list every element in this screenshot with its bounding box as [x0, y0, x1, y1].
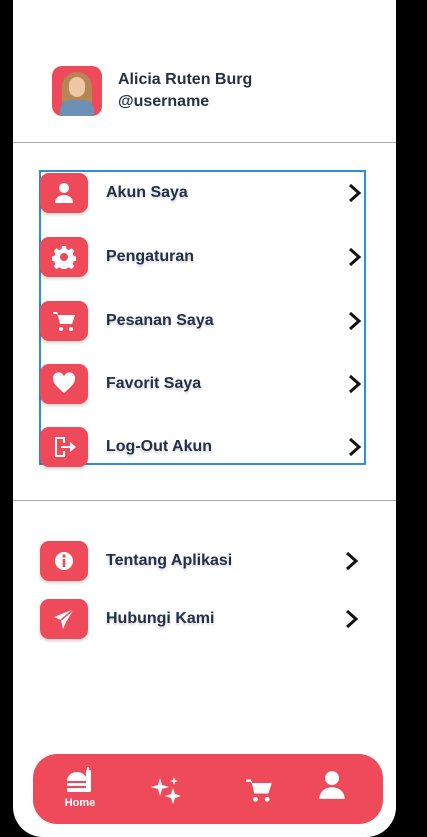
nav-profile[interactable]: [318, 770, 346, 800]
menu-item-label: Akun Saya: [106, 184, 188, 201]
bottom-nav: Home: [33, 754, 383, 824]
home-icon: [67, 767, 91, 792]
chevron-right-icon: [347, 246, 363, 268]
menu-item-pesanan-saya[interactable]: Pesanan Saya: [40, 299, 370, 343]
send-icon: [40, 599, 88, 639]
chevron-right-icon: [344, 608, 360, 630]
menu-item-akun-saya[interactable]: Akun Saya: [40, 171, 370, 215]
info-icon: [40, 541, 88, 581]
chevron-right-icon: [344, 550, 360, 572]
chevron-right-icon: [347, 182, 363, 204]
sparkle-icon: [151, 777, 181, 804]
menu-item-label: Pesanan Saya: [106, 312, 214, 329]
logout-icon: [40, 427, 88, 467]
profile-username: @username: [118, 93, 210, 110]
menu-item-label: Favorit Saya: [106, 375, 202, 392]
heart-icon: [40, 364, 88, 404]
avatar[interactable]: [52, 66, 102, 116]
chevron-right-icon: [347, 373, 363, 395]
menu-item-label: Log-Out Akun: [106, 438, 213, 455]
menu-item-pengaturan[interactable]: Pengaturan: [40, 235, 370, 279]
nav-cart[interactable]: [245, 776, 273, 804]
profile-header: Alicia Ruten Burg @username: [52, 66, 252, 116]
chevron-right-icon: [347, 310, 363, 332]
user-icon: [319, 771, 345, 799]
cart-icon: [40, 301, 88, 341]
divider: [13, 500, 396, 501]
gear-icon: [40, 237, 88, 277]
cart-icon: [246, 779, 272, 802]
menu-item-label: Pengaturan: [106, 248, 195, 265]
nav-home-label: Home: [64, 797, 96, 809]
profile-name: Alicia Ruten Burg: [118, 71, 253, 88]
menu-item-hubungi-kami[interactable]: Hubungi Kami: [40, 597, 370, 641]
menu-item-tentang-aplikasi[interactable]: Tentang Aplikasi: [40, 539, 370, 583]
divider: [13, 142, 396, 143]
user-icon: [40, 173, 88, 213]
chevron-right-icon: [347, 436, 363, 458]
menu-item-label: Tentang Aplikasi: [106, 552, 233, 569]
nav-discover[interactable]: [151, 774, 183, 806]
menu-item-favorit-saya[interactable]: Favorit Saya: [40, 362, 370, 406]
menu-item-label: Hubungi Kami: [106, 610, 215, 627]
nav-home[interactable]: Home: [63, 767, 97, 809]
menu-item-log-out[interactable]: Log-Out Akun: [40, 425, 370, 469]
